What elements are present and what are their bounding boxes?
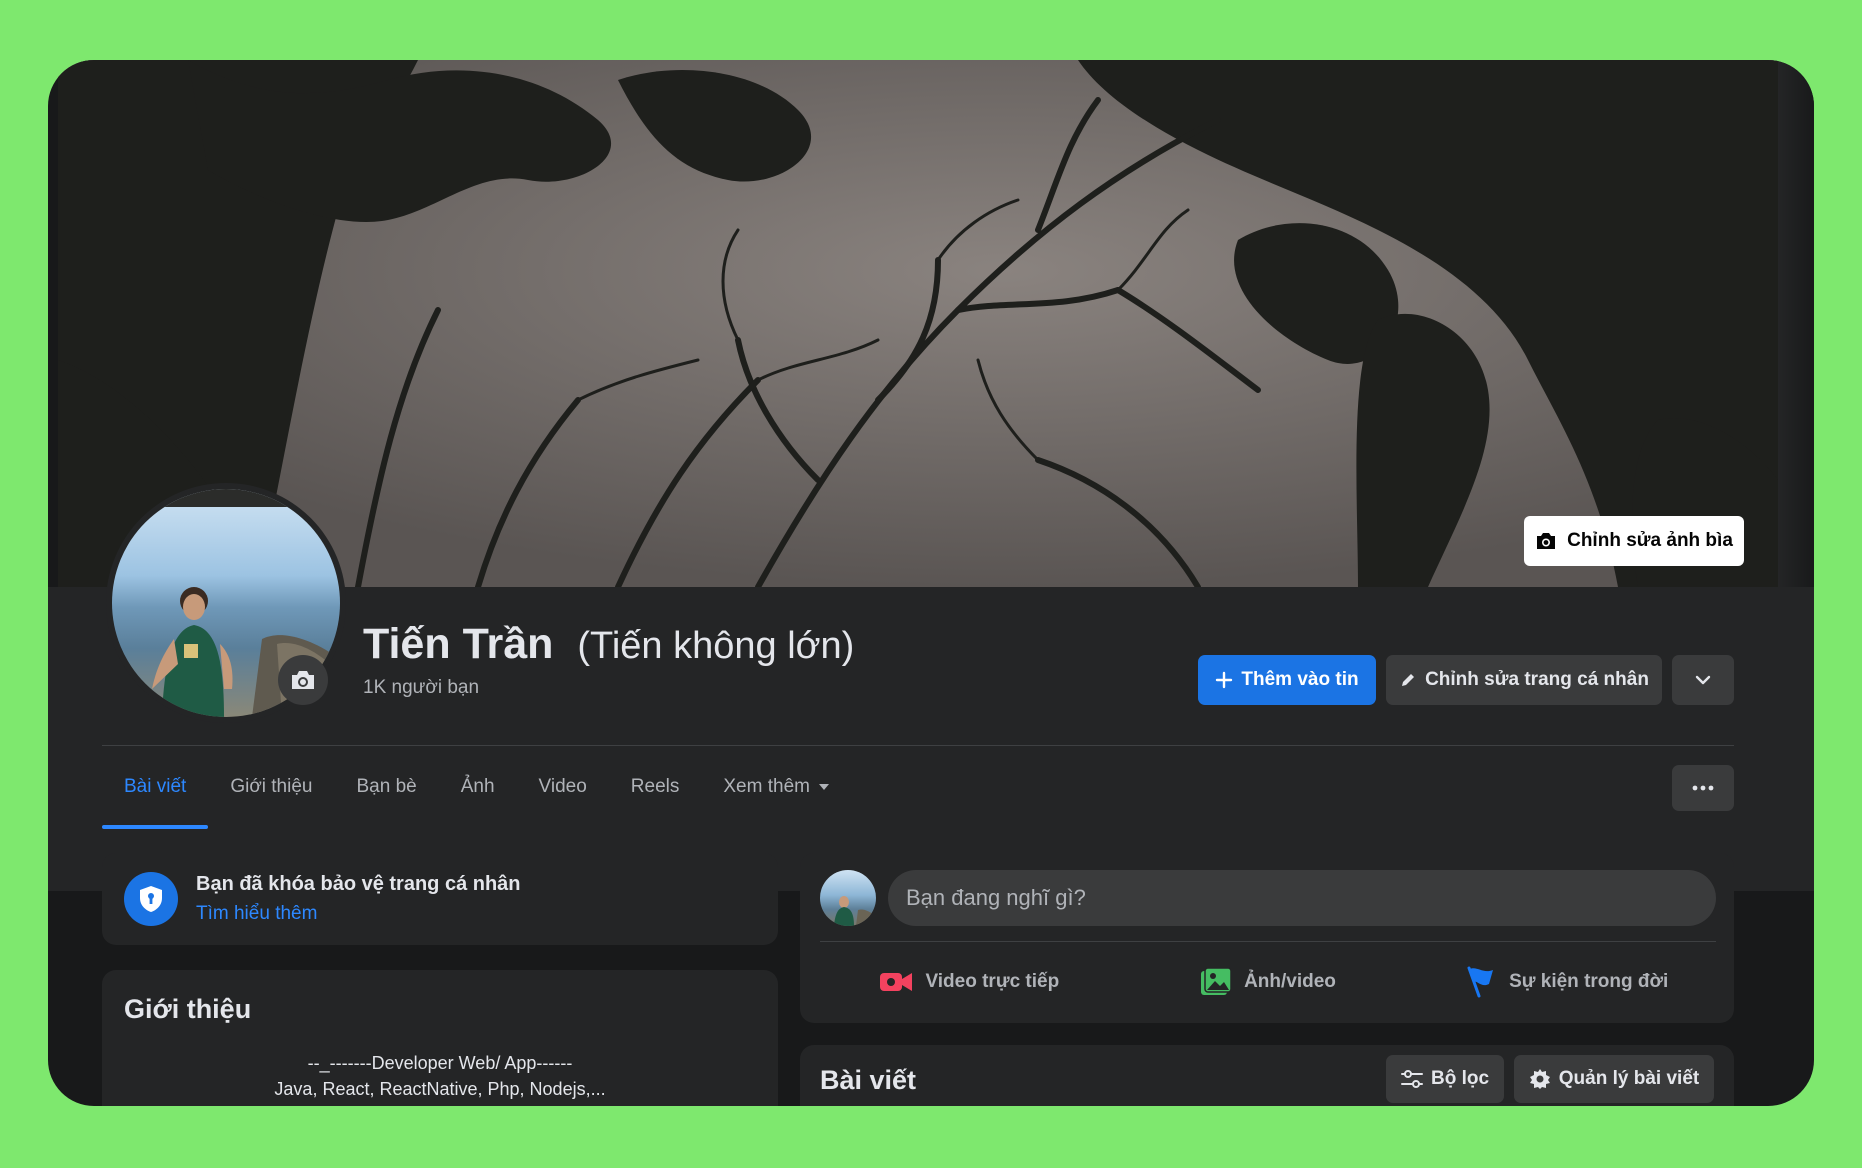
posts-title: Bài viết xyxy=(820,1065,917,1095)
avatar-photo xyxy=(834,896,876,926)
tab-label: Bạn bè xyxy=(356,776,417,797)
filter-button[interactable]: Bộ lọc xyxy=(1386,1055,1504,1103)
tab-see-more[interactable]: Xem thêm xyxy=(701,745,852,829)
bio-line: Java, React, ReactNative, Php, Nodejs,..… xyxy=(274,1079,606,1099)
flag-icon xyxy=(1467,966,1494,998)
composer-divider xyxy=(820,941,1716,942)
intro-bio: --_-------Developer Web/ App------ Java,… xyxy=(102,1050,778,1102)
camera-icon xyxy=(292,671,314,689)
filter-sliders-icon xyxy=(1400,1070,1423,1088)
filter-label: Bộ lọc xyxy=(1430,1068,1490,1089)
cover-edge-shade xyxy=(1778,60,1814,587)
camera-icon xyxy=(1537,533,1556,549)
manage-posts-label: Quản lý bài viết xyxy=(1558,1068,1700,1089)
composer-actions: Video trực tiếp Ảnh/video Sự kiện trong … xyxy=(820,955,1716,1009)
video-camera-icon xyxy=(880,973,913,991)
add-to-story-label: Thêm vào tin xyxy=(1241,669,1359,690)
tab-posts[interactable]: Bài viết xyxy=(102,745,209,829)
tab-label: Giới thiệu xyxy=(230,776,313,797)
edit-cover-label: Chỉnh sửa ảnh bìa xyxy=(1567,530,1733,551)
tab-about[interactable]: Giới thiệu xyxy=(208,745,334,829)
add-to-story-button[interactable]: Thêm vào tin xyxy=(1198,655,1376,705)
tab-photos[interactable]: Ảnh xyxy=(439,745,517,829)
edit-profile-label: Chỉnh sửa trang cá nhân xyxy=(1425,669,1649,690)
pencil-icon xyxy=(1402,674,1415,686)
intro-title: Giới thiệu xyxy=(124,994,252,1024)
tab-label: Video xyxy=(538,776,587,797)
tab-label: Bài viết xyxy=(124,776,187,797)
post-composer: Video trực tiếp Ảnh/video Sự kiện trong … xyxy=(800,853,1734,1023)
profile-name-line: Tiến Trần (Tiến không lớn) xyxy=(363,620,854,669)
ellipsis-icon xyxy=(1692,785,1714,791)
whats-on-your-mind-input[interactable] xyxy=(888,870,1716,926)
lock-notice-title: Bạn đã khóa bảo vệ trang cá nhân xyxy=(196,873,521,895)
profile-name: Tiến Trần xyxy=(363,620,554,668)
edit-cover-photo-button[interactable]: Chỉnh sửa ảnh bìa xyxy=(1524,516,1744,566)
shield-icon xyxy=(124,872,178,926)
edit-profile-button[interactable]: Chỉnh sửa trang cá nhân xyxy=(1386,655,1662,705)
friends-count[interactable]: 1K người bạn xyxy=(363,677,479,699)
tab-videos[interactable]: Video xyxy=(517,745,609,829)
plus-icon xyxy=(1216,671,1233,689)
intro-card: Giới thiệu --_-------Developer Web/ App-… xyxy=(102,970,778,1106)
gear-icon xyxy=(1529,1069,1550,1089)
tab-label: Xem thêm xyxy=(723,776,810,797)
bio-line: --_-------Developer Web/ App------ xyxy=(307,1053,573,1073)
photo-icon xyxy=(1201,967,1232,995)
live-video-button[interactable]: Video trực tiếp xyxy=(820,955,1119,1009)
manage-posts-button[interactable]: Quản lý bài viết xyxy=(1514,1055,1714,1103)
posts-header-card: Bài viết Bộ lọc Quản lý bài viết xyxy=(800,1045,1734,1106)
cover-photo[interactable]: Chỉnh sửa ảnh bìa xyxy=(58,60,1778,587)
cover-trees-image xyxy=(58,60,1778,587)
tab-reels[interactable]: Reels xyxy=(609,745,702,829)
learn-more-link[interactable]: Tìm hiểu thêm xyxy=(196,903,317,925)
more-options-button[interactable] xyxy=(1672,765,1734,811)
tab-friends[interactable]: Bạn bè xyxy=(334,745,438,829)
photo-video-button[interactable]: Ảnh/video xyxy=(1119,955,1418,1009)
tab-label: Ảnh xyxy=(460,776,495,797)
live-video-label: Video trực tiếp xyxy=(925,971,1060,992)
life-event-button[interactable]: Sự kiện trong đời xyxy=(1417,955,1716,1009)
profile-tabs: Bài viết Giới thiệu Bạn bè Ảnh Video Ree… xyxy=(102,745,852,829)
chevron-down-icon xyxy=(1695,675,1711,685)
profile-alternate-name: (Tiến không lớn) xyxy=(577,625,855,667)
life-event-label: Sự kiện trong đời xyxy=(1509,971,1669,992)
profile-lock-notice: Bạn đã khóa bảo vệ trang cá nhân Tìm hiể… xyxy=(102,853,778,945)
update-avatar-button[interactable] xyxy=(278,655,328,705)
tab-label: Reels xyxy=(630,776,680,797)
composer-avatar[interactable] xyxy=(820,870,876,926)
caret-down-icon xyxy=(818,784,829,790)
photo-video-label: Ảnh/video xyxy=(1244,971,1336,992)
profile-window: Chỉnh sửa ảnh bìa Tiến Trần (Tiến không … xyxy=(48,60,1814,1106)
profile-more-dropdown-button[interactable] xyxy=(1672,655,1734,705)
